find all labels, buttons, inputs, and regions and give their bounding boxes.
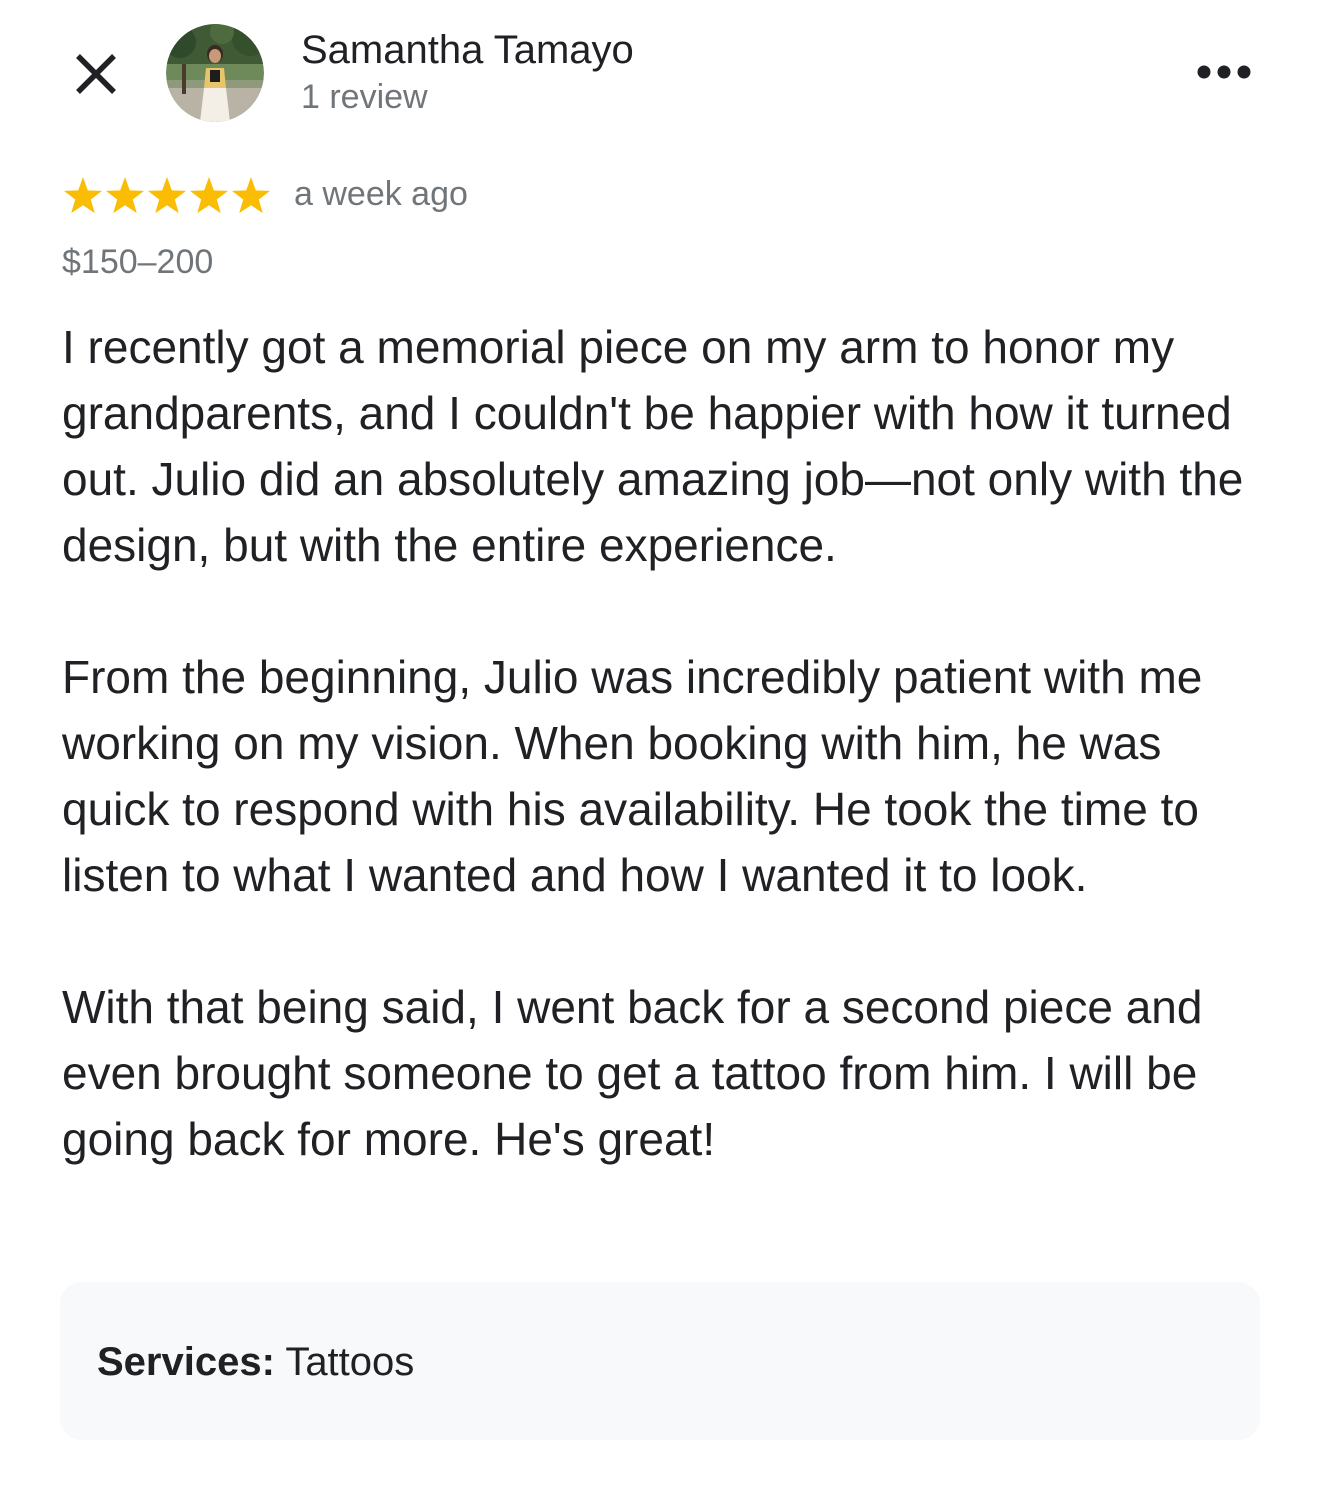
review-count: 1 review <box>301 78 428 116</box>
star-icon <box>63 177 103 214</box>
avatar[interactable] <box>166 24 264 122</box>
services-line: Services: Tattoos <box>97 1338 414 1386</box>
star-icon <box>231 177 271 214</box>
star-icon <box>189 177 229 214</box>
star-rating <box>63 177 271 214</box>
review-date: a week ago <box>294 175 468 213</box>
price-range: $150–200 <box>62 243 214 281</box>
services-label: Services: <box>97 1340 275 1384</box>
more-horizontal-icon <box>1197 65 1251 79</box>
close-icon <box>76 54 116 94</box>
review-paragraph: From the beginning, Julio was incredibly… <box>62 651 1203 901</box>
star-icon <box>105 177 145 214</box>
reviewer-name[interactable]: Samantha Tamayo <box>301 26 634 74</box>
review-paragraph: I recently got a memorial piece on my ar… <box>62 321 1244 571</box>
services-box: Services: Tattoos <box>60 1282 1260 1440</box>
services-value: Tattoos <box>285 1340 415 1384</box>
review-body: I recently got a memorial piece on my ar… <box>62 314 1272 1172</box>
more-options-button[interactable] <box>1190 50 1258 94</box>
star-icon <box>147 177 187 214</box>
review-header: Samantha Tamayo 1 review <box>0 0 1320 140</box>
review-paragraph: With that being said, I went back for a … <box>62 981 1203 1165</box>
rating-row: a week ago <box>62 170 762 220</box>
close-button[interactable] <box>68 46 124 102</box>
